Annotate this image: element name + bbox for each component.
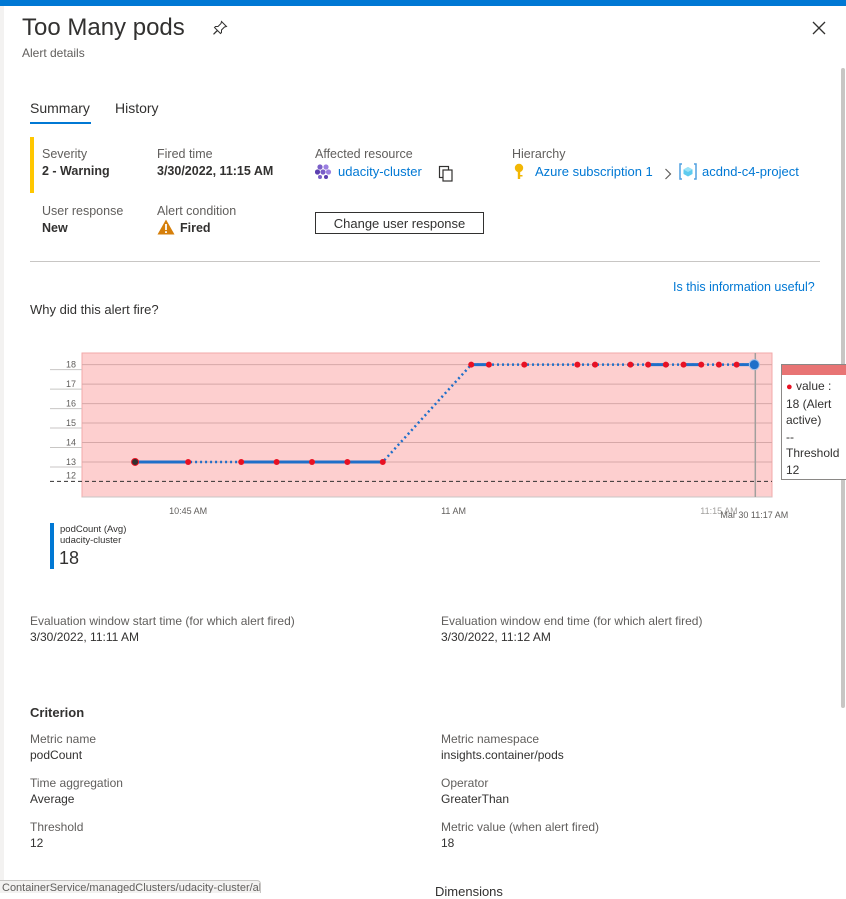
data-point xyxy=(521,361,528,368)
data-point xyxy=(468,361,475,368)
threshold-label: Threshold xyxy=(30,820,84,834)
severity-label: Severity xyxy=(42,147,88,161)
section-divider xyxy=(30,261,820,262)
data-point xyxy=(698,361,705,368)
y-tick-label: 12 xyxy=(66,470,76,480)
kubernetes-icon xyxy=(314,163,333,184)
x-cursor-label: Mar 30 11:17 AM xyxy=(720,510,788,520)
y-tick-label: 17 xyxy=(66,379,76,389)
hierarchy-resource-group-link[interactable]: acdnd-c4-project xyxy=(702,164,799,179)
feedback-link[interactable]: Is this information useful? xyxy=(673,280,815,294)
hierarchy-label: Hierarchy xyxy=(512,147,566,161)
data-point xyxy=(680,361,687,368)
legend-resource: udacity-cluster xyxy=(60,535,122,546)
data-point xyxy=(185,458,192,465)
change-user-response-button[interactable]: Change user response xyxy=(315,212,484,234)
eval-end-label: Evaluation window end time (for which al… xyxy=(441,614,703,628)
copy-icon[interactable] xyxy=(438,165,454,188)
chevron-right-icon xyxy=(664,167,672,185)
page-subtitle: Alert details xyxy=(22,46,85,60)
data-point xyxy=(662,361,669,368)
hierarchy-subscription-link[interactable]: Azure subscription 1 xyxy=(535,164,653,179)
tab-history[interactable]: History xyxy=(115,100,159,116)
operator-value: GreaterThan xyxy=(441,792,510,806)
x-tick-label: 11 AM xyxy=(441,506,466,516)
metric-name-value: podCount xyxy=(30,748,83,762)
data-point xyxy=(592,361,599,368)
severity-value: 2 - Warning xyxy=(42,164,110,178)
metric-namespace-value: insights.container/pods xyxy=(441,748,564,762)
data-point xyxy=(645,361,652,368)
key-icon xyxy=(513,163,525,185)
top-accent-bar xyxy=(0,0,846,6)
data-point xyxy=(273,458,280,465)
tooltip-sep: -- xyxy=(786,429,794,444)
status-bar-url: ContainerService/managedClusters/udacity… xyxy=(0,880,261,893)
resource-group-icon xyxy=(679,163,697,185)
user-response-label: User response xyxy=(42,204,124,218)
criterion-title: Criterion xyxy=(30,705,85,720)
data-point xyxy=(748,359,760,371)
data-point xyxy=(733,361,740,368)
data-point xyxy=(627,361,634,368)
y-tick-label: 13 xyxy=(66,457,76,467)
data-point xyxy=(715,361,722,368)
severity-indicator xyxy=(30,137,34,193)
why-fired-title: Why did this alert fire? xyxy=(30,302,159,317)
data-point xyxy=(309,458,315,465)
fired-time-label: Fired time xyxy=(157,147,213,161)
data-point xyxy=(238,458,245,465)
chart-tooltip: ● value : 18 (Alert active) -- Threshold… xyxy=(781,364,846,480)
alert-condition-value: Fired xyxy=(180,221,211,235)
affected-resource-link[interactable]: udacity-cluster xyxy=(338,164,422,179)
warning-icon xyxy=(157,219,175,240)
metric-value-label: Metric value (when alert fired) xyxy=(441,820,600,834)
eval-end-value: 3/30/2022, 11:12 AM xyxy=(441,630,551,644)
time-aggregation-value: Average xyxy=(30,792,75,806)
data-point xyxy=(485,361,492,368)
pin-icon[interactable] xyxy=(212,20,228,40)
metric-value-value: 18 xyxy=(441,836,455,850)
y-tick-label: 16 xyxy=(66,399,76,409)
tooltip-value: 18 (Alert xyxy=(786,396,832,411)
y-tick-label: 18 xyxy=(66,360,76,370)
alert-region xyxy=(81,352,773,498)
page-title: Too Many pods xyxy=(22,14,185,41)
metric-namespace-label: Metric namespace xyxy=(441,732,540,746)
operator-label: Operator xyxy=(441,776,489,790)
data-point xyxy=(574,361,581,368)
x-tick-label: 10:45 AM xyxy=(169,506,207,516)
y-tick-label: 14 xyxy=(66,438,76,448)
fired-time-value: 3/30/2022, 11:15 AM xyxy=(157,164,274,178)
data-point xyxy=(131,457,140,466)
tooltip-threshold-value: 12 xyxy=(786,462,800,477)
eval-start-label: Evaluation window start time (for which … xyxy=(30,614,295,628)
legend-value: 18 xyxy=(59,548,80,568)
left-edge xyxy=(0,6,4,892)
eval-start-value: 3/30/2022, 11:11 AM xyxy=(30,630,139,644)
tab-active-indicator xyxy=(30,122,91,124)
y-tick-label: 15 xyxy=(66,418,76,428)
affected-resource-label: Affected resource xyxy=(315,147,413,161)
time-aggregation-label: Time aggregation xyxy=(30,776,123,790)
legend-color-bar xyxy=(50,523,54,569)
data-point xyxy=(344,458,351,465)
data-point xyxy=(379,458,386,465)
tooltip-value-2: active) xyxy=(786,413,822,427)
threshold-value: 12 xyxy=(30,836,44,850)
metric-name-label: Metric name xyxy=(30,732,97,746)
close-icon[interactable] xyxy=(812,18,826,41)
alert-condition-label: Alert condition xyxy=(157,204,237,218)
tooltip-value-label: value : xyxy=(796,379,832,393)
legend-metric: podCount (Avg) xyxy=(60,524,127,535)
tab-summary[interactable]: Summary xyxy=(30,100,90,116)
tooltip-threshold-label: Threshold xyxy=(786,446,840,460)
alert-metric-chart[interactable]: 1314151617181210:45 AM 11 AM 11:15 AMMar 3… xyxy=(30,345,810,523)
user-response-value: New xyxy=(42,221,68,235)
